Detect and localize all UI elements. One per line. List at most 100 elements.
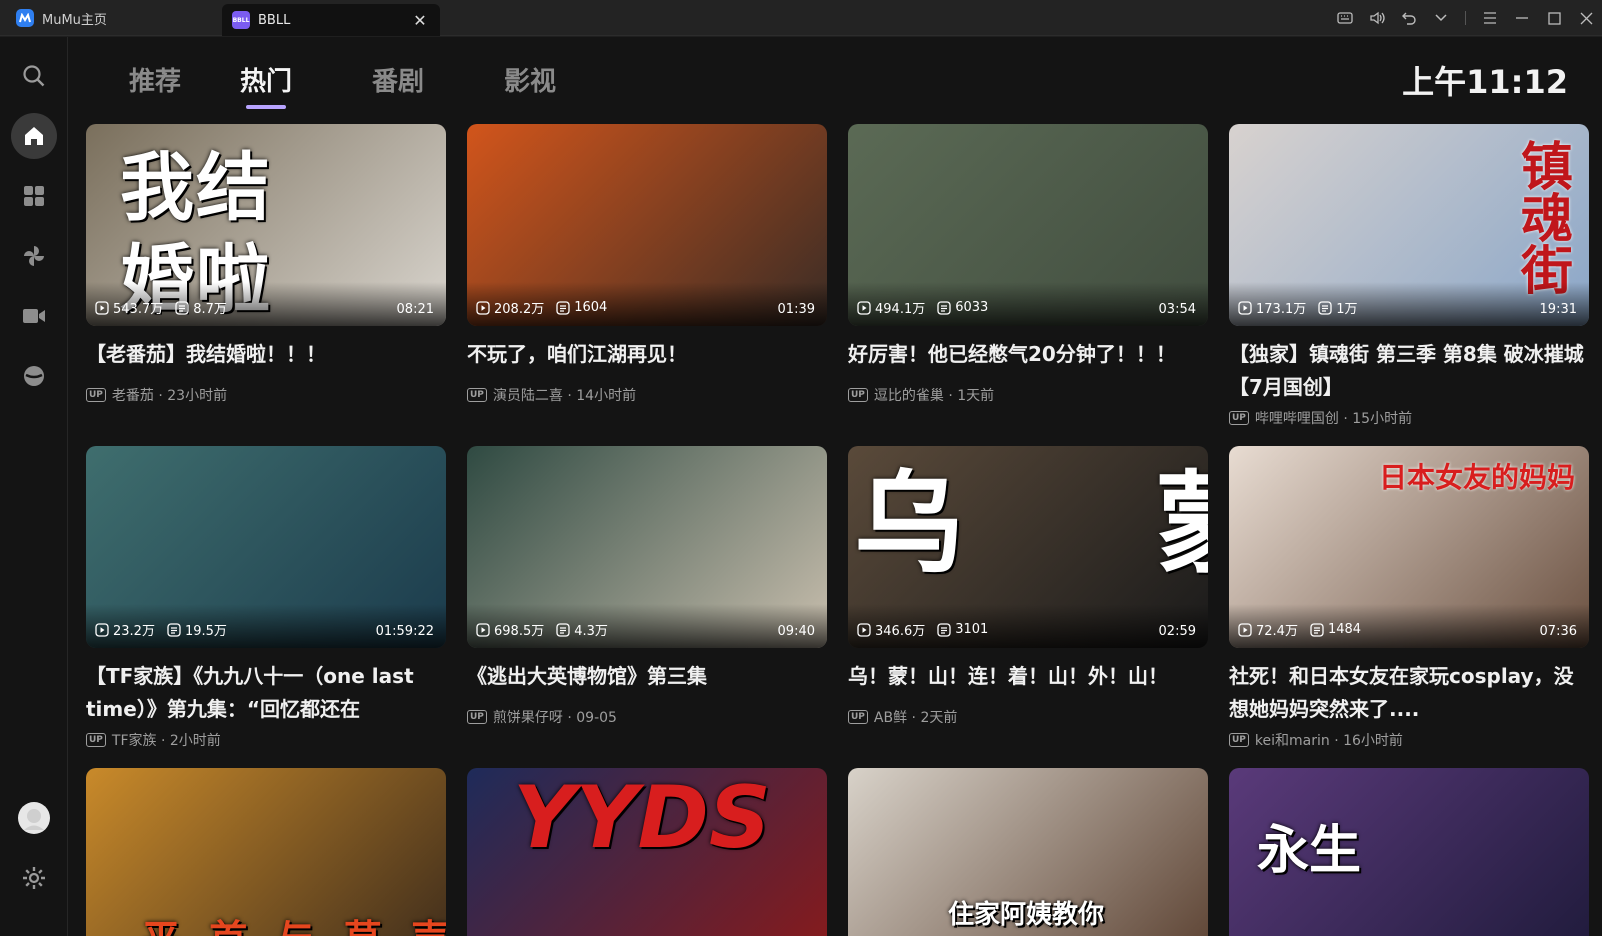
tab-bbll[interactable]: BBLL BBLL ✕ xyxy=(222,4,440,36)
play-count-icon xyxy=(95,300,109,315)
video-meta: UP 逗比的雀巢 · 1天前 xyxy=(848,385,1208,405)
back-icon[interactable] xyxy=(1393,0,1425,36)
video-card[interactable]: 日本女友的妈妈 72.4万 1484 07:36 社死！和日本女友在家玩cosplay，… xyxy=(1229,446,1589,750)
video-title[interactable]: 不玩了，咱们江湖再见！ xyxy=(467,338,827,371)
thumbnail-caption: 平 首 与 草 声 xyxy=(142,908,446,936)
minimize-icon[interactable] xyxy=(1506,0,1538,36)
up-badge-icon: UP xyxy=(467,388,487,402)
video-title[interactable]: 【TF家族】《九九八十一（one last time）》第九集：“回忆都还在 xyxy=(86,660,446,726)
search-button[interactable] xyxy=(11,53,57,99)
video-stats: 23.2万 19.5万 xyxy=(95,620,227,639)
video-thumbnail[interactable]: 我结 婚啦 543.7万 8.7万 08:21 xyxy=(86,124,446,326)
uploader-and-time[interactable]: kei和marin · 16小时前 xyxy=(1255,730,1403,750)
view-count: 698.5万 xyxy=(476,620,544,639)
danmaku-icon xyxy=(937,622,951,637)
video-meta: UP TF家族 · 2小时前 xyxy=(86,730,446,750)
video-card[interactable]: 住家阿姨教你 xyxy=(848,768,1208,936)
video-card[interactable]: 乌 蒙 346.6万 3101 02:59 乌！蒙！山！连！着！山！外！山！ UP AB鲜 … xyxy=(848,446,1208,727)
close-tab-icon[interactable]: ✕ xyxy=(410,10,430,30)
uploader-and-time[interactable]: TF家族 · 2小时前 xyxy=(112,730,221,750)
window-titlebar: MuMu主页 BBLL BBLL ✕ xyxy=(0,0,1602,36)
video-thumbnail[interactable]: 208.2万 1604 01:39 xyxy=(467,124,827,326)
danmaku-count-value: 3101 xyxy=(955,622,989,637)
video-thumbnail[interactable]: 日本女友的妈妈 72.4万 1484 07:36 xyxy=(1229,446,1589,648)
video-thumbnail[interactable]: YYDS xyxy=(467,768,827,936)
video-card[interactable]: 23.2万 19.5万 01:59:22 【TF家族】《九九八十一（one last … xyxy=(86,446,446,750)
video-title[interactable]: 好厉害！他已经憋气20分钟了！！！ xyxy=(848,338,1208,371)
sidebar-item-live[interactable] xyxy=(11,293,57,339)
danmaku-count: 6033 xyxy=(937,300,988,315)
video-card[interactable]: 我结 婚啦 543.7万 8.7万 08:21 【老番茄】我结婚啦！！！ UP 老番茄 · … xyxy=(86,124,446,405)
video-card[interactable]: 698.5万 4.3万 09:40 《逃出大英博物馆》第三集 UP 煎饼果仔呀 · 09-… xyxy=(467,446,827,727)
video-title[interactable]: 【老番茄】我结婚啦！！！ xyxy=(86,338,446,371)
video-title[interactable]: 《逃出大英博物馆》第三集 xyxy=(467,660,827,693)
video-card[interactable]: 永生 xyxy=(1229,768,1589,936)
video-duration: 07:36 xyxy=(1539,624,1577,639)
video-meta: UP AB鲜 · 2天前 xyxy=(848,707,1208,727)
tab-mumu-home[interactable]: MuMu主页 xyxy=(0,0,220,36)
keyboard-icon[interactable] xyxy=(1329,0,1361,36)
view-count-value: 346.6万 xyxy=(875,624,926,639)
video-thumbnail[interactable]: 698.5万 4.3万 09:40 xyxy=(467,446,827,648)
video-card[interactable]: YYDS xyxy=(467,768,827,936)
tab-popular[interactable]: 热门 xyxy=(200,57,332,101)
video-thumbnail[interactable]: 住家阿姨教你 xyxy=(848,768,1208,936)
video-thumbnail[interactable]: 平 首 与 草 声 xyxy=(86,768,446,936)
sidebar-item-anime[interactable] xyxy=(11,233,57,279)
view-count-value: 23.2万 xyxy=(113,624,155,639)
view-count-value: 208.2万 xyxy=(494,302,545,317)
video-title[interactable]: 社死！和日本女友在家玩cosplay，没想她妈妈突然来了.... xyxy=(1229,660,1589,726)
view-count: 494.1万 xyxy=(857,298,925,317)
chevron-down-icon[interactable] xyxy=(1425,0,1457,36)
video-thumbnail[interactable]: 23.2万 19.5万 01:59:22 xyxy=(86,446,446,648)
tab-movies[interactable]: 影视 xyxy=(464,57,596,101)
video-title[interactable]: 【独家】镇魂街 第三季 第8集 破冰摧城【7月国创】 xyxy=(1229,338,1589,404)
settings-button[interactable] xyxy=(11,855,57,901)
danmaku-icon xyxy=(175,300,189,315)
maximize-icon[interactable] xyxy=(1538,0,1570,36)
uploader-and-time[interactable]: 哔哩哔哩国创 · 15小时前 xyxy=(1255,408,1412,428)
video-thumbnail[interactable]: 永生 xyxy=(1229,768,1589,936)
play-count-icon xyxy=(1238,300,1252,315)
user-avatar[interactable] xyxy=(11,795,57,841)
video-card[interactable]: 镇 魂 街 173.1万 1万 19:31 【独家】镇魂街 第三季 第8集 破冰摧城【7… xyxy=(1229,124,1589,428)
tab-bangumi[interactable]: 番剧 xyxy=(332,57,464,101)
video-card[interactable]: 平 首 与 草 声 xyxy=(86,768,446,936)
sidebar-item-home[interactable] xyxy=(11,113,57,159)
video-meta: UP 哔哩哔哩国创 · 15小时前 xyxy=(1229,408,1589,428)
video-stats: 208.2万 1604 xyxy=(476,298,607,317)
uploader-and-time[interactable]: 演员陆二喜 · 14小时前 xyxy=(493,385,636,405)
danmaku-count-value: 6033 xyxy=(955,300,989,315)
play-count-icon xyxy=(857,622,871,637)
tab-recommend[interactable]: 推荐 xyxy=(110,57,200,101)
video-duration: 01:59:22 xyxy=(375,624,434,639)
video-card[interactable]: 494.1万 6033 03:54 好厉害！他已经憋气20分钟了！！！ UP 逗比的雀巢 … xyxy=(848,124,1208,405)
video-stats: 173.1万 1万 xyxy=(1238,298,1358,317)
app-tab-label: BBLL xyxy=(258,12,291,28)
view-count: 173.1万 xyxy=(1238,298,1306,317)
view-count-value: 173.1万 xyxy=(1256,302,1307,317)
video-duration: 09:40 xyxy=(777,624,815,639)
menu-icon[interactable] xyxy=(1474,0,1506,36)
uploader-and-time[interactable]: 煎饼果仔呀 · 09-05 xyxy=(493,707,617,727)
video-thumbnail[interactable]: 镇 魂 街 173.1万 1万 19:31 xyxy=(1229,124,1589,326)
search-icon xyxy=(23,65,45,87)
sidebar-item-dynamic[interactable] xyxy=(11,353,57,399)
clock: 上午11:12 xyxy=(1402,63,1568,101)
uploader-and-time[interactable]: 逗比的雀巢 · 1天前 xyxy=(874,385,994,405)
thumbnail-caption: YYDS xyxy=(513,768,771,868)
video-duration: 01:39 xyxy=(777,302,815,317)
video-thumbnail[interactable]: 494.1万 6033 03:54 xyxy=(848,124,1208,326)
volume-icon[interactable] xyxy=(1361,0,1393,36)
video-stats: 494.1万 6033 xyxy=(857,298,988,317)
uploader-and-time[interactable]: 老番茄 · 23小时前 xyxy=(112,385,227,405)
video-title[interactable]: 乌！蒙！山！连！着！山！外！山！ xyxy=(848,660,1208,693)
video-thumbnail[interactable]: 乌 蒙 346.6万 3101 02:59 xyxy=(848,446,1208,648)
video-card[interactable]: 208.2万 1604 01:39 不玩了，咱们江湖再见！ UP 演员陆二喜 · 14小时… xyxy=(467,124,827,405)
sidebar-item-categories[interactable] xyxy=(11,173,57,219)
close-window-icon[interactable] xyxy=(1570,0,1602,36)
uploader-and-time[interactable]: AB鲜 · 2天前 xyxy=(874,707,957,727)
video-duration: 19:31 xyxy=(1539,302,1577,317)
bbll-app-icon: BBLL xyxy=(232,11,250,29)
top-nav-tabs: 推荐 热门 番剧 影视 xyxy=(110,57,596,101)
